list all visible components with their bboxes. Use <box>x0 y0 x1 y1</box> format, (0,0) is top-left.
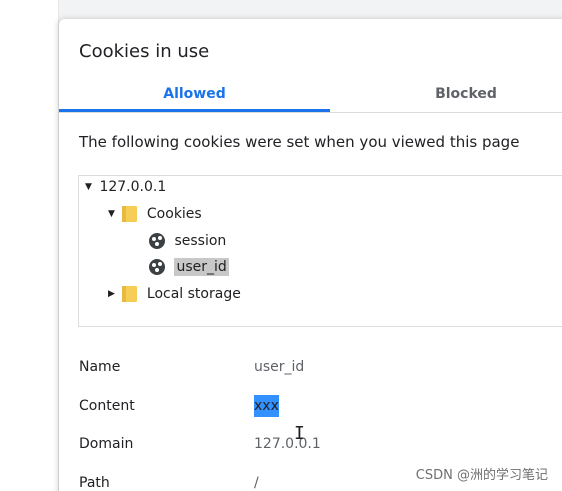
page: Cookies in use Allowed Blocked The follo… <box>0 0 562 491</box>
detail-key: Domain <box>79 436 134 452</box>
detail-value[interactable]: / <box>254 472 259 491</box>
tab-bar: Allowed Blocked <box>59 82 562 112</box>
cookie-icon <box>149 259 165 275</box>
cookies-dialog: Cookies in use Allowed Blocked The follo… <box>59 19 562 491</box>
detail-key: Name <box>79 359 121 375</box>
detail-value[interactable]: user_id <box>254 356 304 378</box>
tree-item-cookies-folder[interactable]: ▼ Cookies <box>108 203 202 225</box>
tab-allowed[interactable]: Allowed <box>59 82 330 110</box>
cookie-icon <box>149 233 165 249</box>
folder-icon <box>122 286 138 302</box>
text-cursor-icon: I <box>294 423 305 444</box>
tree-item-local-storage[interactable]: ▶ Local storage <box>108 283 241 305</box>
detail-value-selected[interactable]: xxx <box>254 395 279 417</box>
expanded-arrow-icon[interactable]: ▼ <box>108 203 118 225</box>
tree-item-host[interactable]: ▼ 127.0.0.1 <box>85 176 166 198</box>
dialog-title: Cookies in use <box>79 41 210 62</box>
cookie-tree: ▼ 127.0.0.1 ▼ Cookies session user_id ▶ … <box>78 175 562 327</box>
detail-key: Content <box>79 398 135 414</box>
tree-host-label: 127.0.0.1 <box>99 179 167 195</box>
tree-item-cookie-session[interactable]: session <box>149 230 226 252</box>
tree-cookie-label-selected: user_id <box>174 258 229 276</box>
detail-row-name: Name user_id <box>79 356 499 378</box>
detail-row-content: Content xxx <box>79 395 499 417</box>
tree-folder-label: Cookies <box>146 206 202 222</box>
collapsed-arrow-icon[interactable]: ▶ <box>108 283 118 305</box>
tab-blocked[interactable]: Blocked <box>330 82 562 110</box>
expanded-arrow-icon[interactable]: ▼ <box>85 176 95 198</box>
tree-folder-label: Local storage <box>146 286 241 302</box>
detail-value[interactable]: 127.0.0.1 <box>254 433 321 455</box>
background-page <box>0 0 59 491</box>
tree-cookie-label: session <box>174 233 227 249</box>
detail-row-domain: Domain 127.0.0.1 <box>79 433 499 455</box>
tabs-divider <box>59 112 562 113</box>
cookies-description: The following cookies were set when you … <box>79 133 520 151</box>
tree-item-cookie-user-id[interactable]: user_id <box>149 256 229 278</box>
watermark: CSDN @洲的学习笔记 <box>415 468 548 483</box>
folder-icon <box>122 206 138 222</box>
detail-key: Path <box>79 475 110 491</box>
